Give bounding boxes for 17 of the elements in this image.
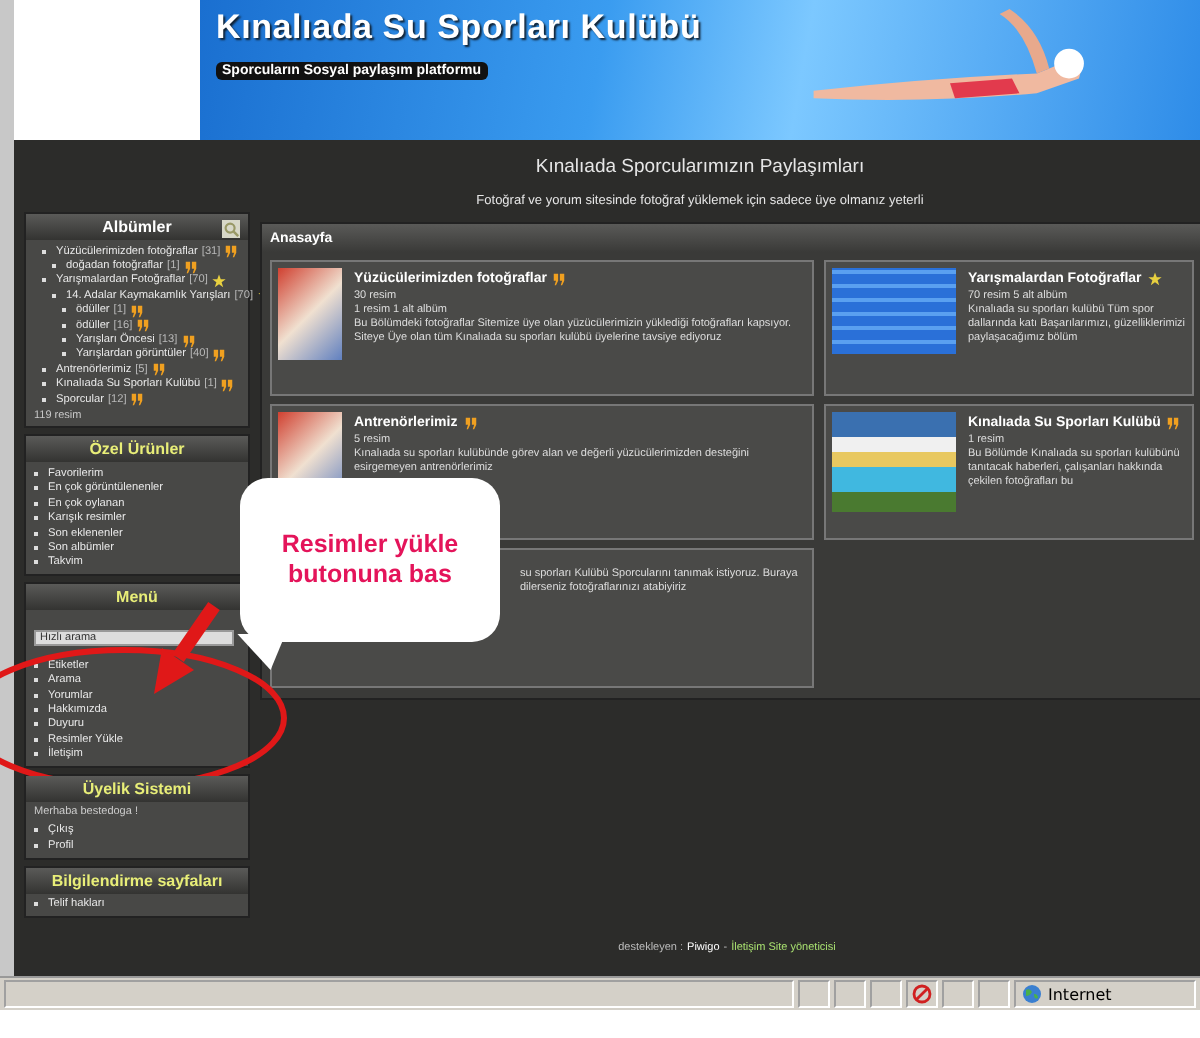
star-icon [211, 273, 226, 288]
album-card[interactable] [270, 260, 814, 396]
panel-title: Albümler [102, 218, 172, 236]
photo-placeholder [832, 268, 956, 354]
panel-title: Üyelik Sistemi [82, 779, 192, 798]
star-icon [1147, 272, 1162, 286]
site-title: Kınalıada Su Sporları Kulübü [216, 8, 704, 48]
panel-title: Menü [116, 588, 158, 607]
arrow-drawing [154, 602, 220, 695]
photo-placeholder [278, 268, 342, 360]
photo-placeholder [832, 412, 956, 512]
page-title: Kınalıada Sporcularımızın Paylaşımları [533, 156, 867, 178]
globe-icon [1022, 984, 1042, 1004]
panel-title: Bilgilendirme sayfaları [51, 871, 223, 890]
panel-title: Özel Ürünler [89, 440, 185, 459]
blocked-icon [912, 984, 932, 1004]
security-zone: Internet [1048, 985, 1112, 1003]
